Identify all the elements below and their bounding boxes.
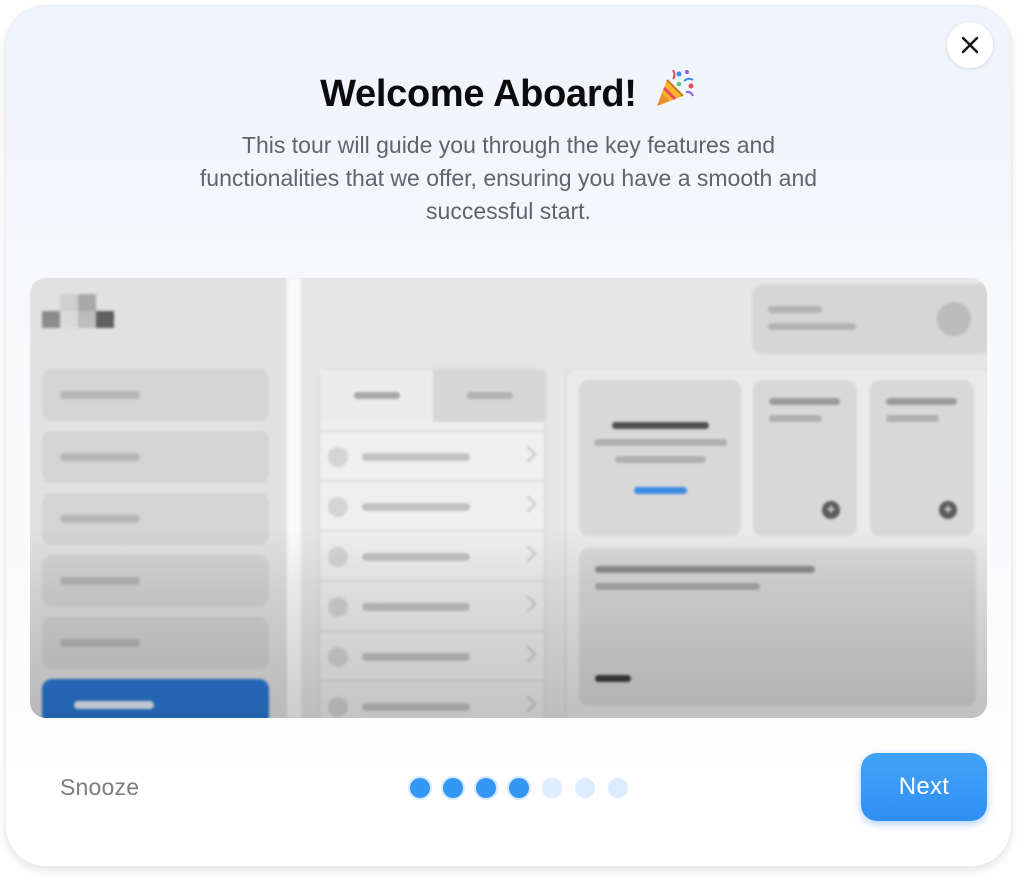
welcome-tour-dialog: Welcome Aboard! This tour will guide you…	[6, 6, 1011, 866]
dialog-title-text: Welcome Aboard!	[320, 73, 637, 115]
close-icon	[961, 36, 979, 54]
preview-sidebar	[30, 278, 287, 718]
preview-main: + +	[301, 278, 987, 718]
step-dot	[509, 778, 529, 798]
step-dot	[443, 778, 463, 798]
app-preview-image: + +	[30, 278, 987, 718]
step-dot	[542, 778, 562, 798]
step-indicator	[410, 778, 628, 798]
next-button[interactable]: Next	[861, 753, 987, 821]
party-popper-icon	[656, 69, 694, 106]
step-dot	[608, 778, 628, 798]
dialog-description: This tour will guide you through the key…	[199, 132, 818, 224]
close-button[interactable]	[947, 22, 993, 68]
step-dot	[410, 778, 430, 798]
snooze-button[interactable]: Snooze	[60, 774, 139, 801]
step-dot	[476, 778, 496, 798]
step-dot	[575, 778, 595, 798]
dialog-title: Welcome Aboard!	[6, 66, 1011, 116]
